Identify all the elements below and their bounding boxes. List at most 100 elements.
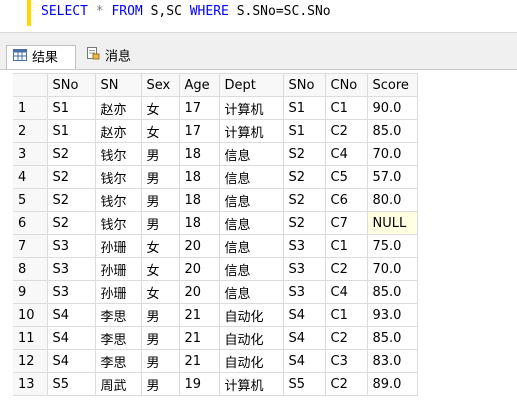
- tab-results[interactable]: 结果: [6, 45, 76, 69]
- col-header-sn[interactable]: SN: [94, 73, 142, 97]
- cell-sno-2[interactable]: S3: [282, 280, 326, 304]
- col-header-sno-2[interactable]: SNo: [282, 73, 326, 97]
- table-row[interactable]: 6 S2 钱尔男 18 信息 S2 C7 NULL: [13, 211, 418, 235]
- cell-sn[interactable]: 周武: [94, 372, 142, 396]
- cell-sno[interactable]: S4: [46, 349, 96, 373]
- cell-age[interactable]: 21: [178, 349, 220, 373]
- table-row[interactable]: 8 S3 孙珊女 20 信息 S3 C2 70.0: [13, 257, 418, 281]
- cell-sn[interactable]: 孙珊: [94, 280, 142, 304]
- cell-sno[interactable]: S1: [46, 119, 96, 143]
- cell-dept[interactable]: 信息: [218, 188, 284, 212]
- cell-sex[interactable]: 男: [140, 165, 180, 189]
- splitter[interactable]: [0, 32, 517, 40]
- cell-cno[interactable]: C4: [324, 142, 368, 166]
- results-grid[interactable]: SNo SN Sex Age Dept SNo CNo Score 1 S1 赵亦女…: [0, 70, 517, 416]
- cell-age[interactable]: 19: [178, 372, 220, 396]
- cell-score[interactable]: 83.0: [366, 349, 418, 373]
- table-row[interactable]: 11 S4 李思男 21 自动化 S4 C2 85.0: [13, 326, 418, 350]
- cell-score[interactable]: 70.0: [366, 257, 418, 281]
- cell-sn[interactable]: 李思: [94, 303, 142, 327]
- cell-score[interactable]: 89.0: [366, 372, 418, 396]
- row-number[interactable]: 13: [13, 372, 48, 396]
- cell-sex[interactable]: 女: [140, 257, 180, 281]
- row-number[interactable]: 5: [13, 188, 48, 212]
- cell-sno-2[interactable]: S2: [282, 211, 326, 235]
- cell-sex[interactable]: 男: [140, 303, 180, 327]
- sql-query[interactable]: SELECT * FROM S,SC WHERE S.SNo=SC.SNo: [41, 4, 331, 19]
- cell-sno-2[interactable]: S4: [282, 349, 326, 373]
- cell-sno[interactable]: S2: [46, 142, 96, 166]
- cell-age[interactable]: 18: [178, 188, 220, 212]
- cell-sn[interactable]: 李思: [94, 326, 142, 350]
- cell-dept[interactable]: 信息: [218, 211, 284, 235]
- cell-sex[interactable]: 男: [140, 326, 180, 350]
- cell-cno[interactable]: C5: [324, 165, 368, 189]
- cell-sno[interactable]: S5: [46, 372, 96, 396]
- tab-messages[interactable]: 消息: [80, 45, 146, 69]
- cell-sn[interactable]: 孙珊: [94, 234, 142, 258]
- row-number[interactable]: 12: [13, 349, 48, 373]
- cell-sno-2[interactable]: S2: [282, 142, 326, 166]
- cell-sn[interactable]: 李思: [94, 349, 142, 373]
- cell-age[interactable]: 20: [178, 257, 220, 281]
- cell-sn[interactable]: 赵亦: [94, 96, 142, 120]
- cell-cno[interactable]: C1: [324, 96, 368, 120]
- row-number[interactable]: 1: [13, 96, 48, 120]
- cell-sno[interactable]: S4: [46, 326, 96, 350]
- cell-cno[interactable]: C2: [324, 257, 368, 281]
- col-header-sex[interactable]: Sex: [140, 73, 180, 97]
- row-number[interactable]: 3: [13, 142, 48, 166]
- cell-age[interactable]: 17: [178, 119, 220, 143]
- cell-sex[interactable]: 男: [140, 349, 180, 373]
- cell-sno[interactable]: S2: [46, 165, 96, 189]
- cell-age[interactable]: 20: [178, 234, 220, 258]
- row-number[interactable]: 9: [13, 280, 48, 304]
- cell-score[interactable]: 75.0: [366, 234, 418, 258]
- cell-score[interactable]: 93.0: [366, 303, 418, 327]
- cell-cno[interactable]: C4: [324, 280, 368, 304]
- table-row[interactable]: 9 S3 孙珊女 20 信息 S3 C4 85.0: [13, 280, 418, 304]
- row-number[interactable]: 6: [13, 211, 48, 235]
- cell-sex[interactable]: 女: [140, 234, 180, 258]
- col-header-sno[interactable]: SNo: [46, 73, 96, 97]
- cell-dept[interactable]: 信息: [218, 165, 284, 189]
- col-header-score[interactable]: Score: [366, 73, 418, 97]
- cell-dept[interactable]: 自动化: [218, 349, 284, 373]
- table-row[interactable]: 13 S5 周武男 19 计算机 S5 C2 89.0: [13, 372, 418, 396]
- corner-cell[interactable]: [13, 73, 48, 97]
- cell-sno[interactable]: S3: [46, 234, 96, 258]
- row-number[interactable]: 8: [13, 257, 48, 281]
- table-row[interactable]: 2 S1 赵亦女 17 计算机 S1 C2 85.0: [13, 119, 418, 143]
- cell-sn[interactable]: 钱尔: [94, 165, 142, 189]
- cell-cno[interactable]: C3: [324, 349, 368, 373]
- cell-sno-2[interactable]: S1: [282, 96, 326, 120]
- cell-age[interactable]: 18: [178, 142, 220, 166]
- cell-sex[interactable]: 男: [140, 142, 180, 166]
- cell-cno[interactable]: C2: [324, 119, 368, 143]
- cell-age[interactable]: 21: [178, 326, 220, 350]
- cell-dept[interactable]: 计算机: [218, 96, 284, 120]
- row-number[interactable]: 2: [13, 119, 48, 143]
- table-row[interactable]: 4 S2 钱尔男 18 信息 S2 C5 57.0: [13, 165, 418, 189]
- row-number[interactable]: 7: [13, 234, 48, 258]
- cell-cno[interactable]: C6: [324, 188, 368, 212]
- cell-sno[interactable]: S3: [46, 257, 96, 281]
- table-row[interactable]: 12 S4 李思男 21 自动化 S4 C3 83.0: [13, 349, 418, 373]
- query-editor[interactable]: SELECT * FROM S,SC WHERE S.SNo=SC.SNo: [0, 0, 517, 32]
- cell-dept[interactable]: 信息: [218, 142, 284, 166]
- cell-score[interactable]: 85.0: [366, 280, 418, 304]
- cell-sno-2[interactable]: S2: [282, 188, 326, 212]
- cell-sno[interactable]: S4: [46, 303, 96, 327]
- cell-sno[interactable]: S1: [46, 96, 96, 120]
- cell-cno[interactable]: C1: [324, 234, 368, 258]
- cell-sno-2[interactable]: S3: [282, 234, 326, 258]
- cell-sex[interactable]: 女: [140, 96, 180, 120]
- col-header-cno[interactable]: CNo: [324, 73, 368, 97]
- row-number[interactable]: 4: [13, 165, 48, 189]
- cell-age[interactable]: 20: [178, 280, 220, 304]
- cell-score[interactable]: 85.0: [366, 326, 418, 350]
- table-row[interactable]: 10 S4 李思男 21 自动化 S4 C1 93.0: [13, 303, 418, 327]
- cell-age[interactable]: 18: [178, 165, 220, 189]
- cell-age[interactable]: 17: [178, 96, 220, 120]
- cell-sex[interactable]: 女: [140, 119, 180, 143]
